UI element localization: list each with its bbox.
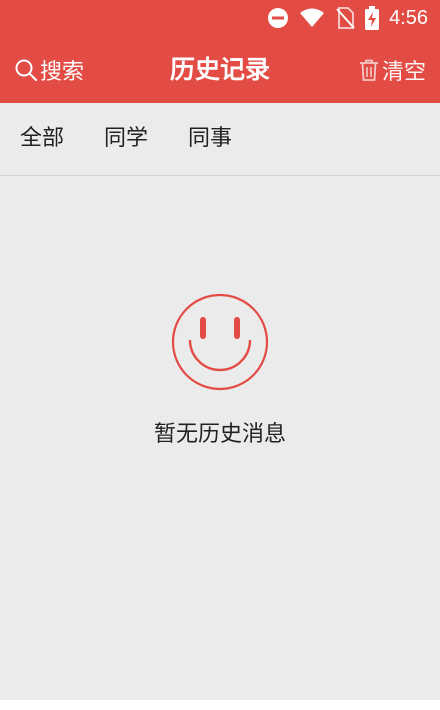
bottom-strip xyxy=(0,700,440,710)
status-time: 4:56 xyxy=(389,7,428,29)
search-button[interactable]: 搜索 xyxy=(14,36,84,103)
battery-charging-icon xyxy=(365,6,380,30)
status-bar: 4:56 xyxy=(0,0,440,36)
clear-label: 清空 xyxy=(381,59,426,85)
no-sim-icon xyxy=(336,7,355,29)
app-header: 4:56 搜索 历史记录 清空 xyxy=(0,0,440,103)
search-label: 搜索 xyxy=(40,59,85,85)
tab-classmates[interactable]: 同学 xyxy=(104,103,148,175)
wifi-icon xyxy=(300,8,325,27)
do-not-disturb-icon xyxy=(268,8,289,28)
toolbar: 搜索 历史记录 清空 xyxy=(0,36,440,103)
tab-all[interactable]: 全部 xyxy=(20,103,64,175)
tab-colleagues[interactable]: 同事 xyxy=(188,103,232,175)
status-icons: 4:56 xyxy=(267,4,428,32)
search-icon xyxy=(15,59,38,81)
filter-tabs: 全部 同学 同事 xyxy=(0,103,440,176)
trash-icon xyxy=(359,59,378,81)
empty-message: 暂无历史消息 xyxy=(153,422,286,447)
empty-state: 暂无历史消息 xyxy=(0,292,440,448)
clear-button[interactable]: 清空 xyxy=(358,36,426,103)
smiley-icon xyxy=(170,292,270,392)
